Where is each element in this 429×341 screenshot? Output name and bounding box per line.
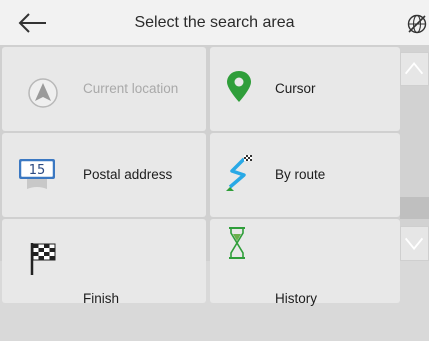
search-area-grid: Current location Cursor 15 Postal addres… — [0, 45, 400, 306]
tile-postal-address[interactable]: 15 Postal address — [2, 133, 206, 217]
tile-label: Cursor — [275, 81, 316, 96]
map-pin-icon — [227, 71, 251, 102]
scroll-down-button[interactable] — [400, 226, 429, 261]
globe-off-icon[interactable] — [405, 12, 429, 36]
tile-by-route[interactable]: By route — [210, 133, 400, 217]
tile-cursor[interactable]: Cursor — [210, 47, 400, 131]
hourglass-icon — [229, 227, 245, 259]
scrollbar[interactable] — [400, 45, 429, 261]
navigation-arrow-icon — [28, 78, 58, 108]
route-flag-icon — [226, 155, 252, 191]
tile-label: Postal address — [83, 167, 173, 182]
tile-current-location[interactable]: Current location — [2, 47, 206, 131]
tile-finish[interactable]: Finish — [2, 219, 206, 306]
tile-label: Finish — [83, 291, 120, 306]
tile-history[interactable]: History — [210, 219, 400, 306]
tile-label: By route — [275, 167, 326, 182]
tile-label: Current location — [83, 81, 179, 96]
chevron-down-icon — [404, 237, 424, 251]
scroll-up-button[interactable] — [400, 52, 429, 86]
scroll-thumb[interactable] — [400, 197, 429, 219]
header-bar: Select the search area — [0, 0, 429, 46]
checkered-flag-icon — [30, 243, 56, 275]
chevron-up-icon — [404, 61, 424, 75]
tile-label: History — [275, 291, 318, 306]
page-title: Select the search area — [134, 14, 295, 31]
postal-code-sign-icon: 15 — [19, 159, 55, 189]
svg-text:15: 15 — [29, 163, 46, 178]
